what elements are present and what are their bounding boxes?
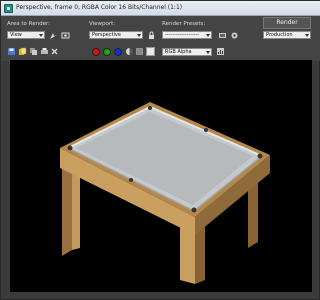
clone-icon[interactable] [29, 47, 38, 56]
auto-region-icon[interactable] [61, 31, 70, 40]
area-to-render-dropdown[interactable]: View [7, 31, 45, 39]
render-mode-dropdown[interactable]: Production [263, 31, 311, 39]
render-presets-dropdown[interactable]: ------------------- [162, 31, 212, 39]
app-icon [4, 4, 13, 13]
render-viewport[interactable] [10, 60, 312, 292]
floppy-icon[interactable] [7, 47, 16, 56]
viewport-value: Perspective [92, 32, 121, 38]
window-title: Perspective, frame 0, RGBA Color 16 Bits… [16, 4, 183, 11]
settings-icon[interactable] [218, 31, 227, 40]
alpha-channel-icon[interactable] [125, 47, 134, 56]
chevron-down-icon [206, 34, 210, 37]
histogram-icon[interactable] [216, 47, 225, 56]
lock-icon[interactable] [147, 31, 156, 40]
render-mode-value: Production [266, 32, 293, 38]
pool-table-render [60, 102, 270, 284]
pocket [67, 145, 73, 151]
edit-region-icon[interactable] [49, 31, 58, 40]
render-presets-label: Render Presets: [162, 21, 206, 27]
pocket [204, 128, 208, 132]
render-presets-value: ------------------- [165, 32, 200, 38]
chevron-down-icon [305, 34, 309, 37]
render-button[interactable]: Render [263, 17, 311, 29]
channel-display-dropdown[interactable]: RGB Alpha [162, 48, 212, 56]
red-channel-toggle[interactable] [92, 48, 100, 56]
table-leg [62, 162, 72, 256]
gear-icon[interactable] [230, 31, 239, 40]
green-channel-toggle[interactable] [103, 48, 111, 56]
viewport-label: Viewport: [89, 21, 116, 27]
render-toolbar: Area to Render: Viewport: Render Presets… [1, 16, 320, 61]
area-to-render-value: View [10, 32, 22, 38]
area-to-render-label: Area to Render: [7, 21, 51, 27]
pocket [257, 153, 263, 159]
pocket [148, 106, 152, 110]
pocket [129, 178, 133, 182]
render-frame-window: Perspective, frame 0, RGBA Color 16 Bits… [0, 0, 320, 300]
print-icon[interactable] [40, 47, 49, 56]
blue-channel-toggle[interactable] [114, 48, 122, 56]
channel-display-value: RGB Alpha [165, 49, 192, 55]
pocket [191, 207, 197, 213]
title-bar: Perspective, frame 0, RGBA Color 16 Bits… [1, 1, 320, 16]
delete-icon[interactable] [50, 47, 59, 56]
copy-icon[interactable] [18, 47, 27, 56]
clear-color-swatch[interactable] [146, 47, 155, 56]
chevron-down-icon [206, 51, 210, 54]
chevron-down-icon [39, 34, 43, 37]
chevron-down-icon [137, 34, 141, 37]
viewport-dropdown[interactable]: Perspective [89, 31, 143, 39]
monochrome-icon[interactable] [135, 47, 144, 56]
